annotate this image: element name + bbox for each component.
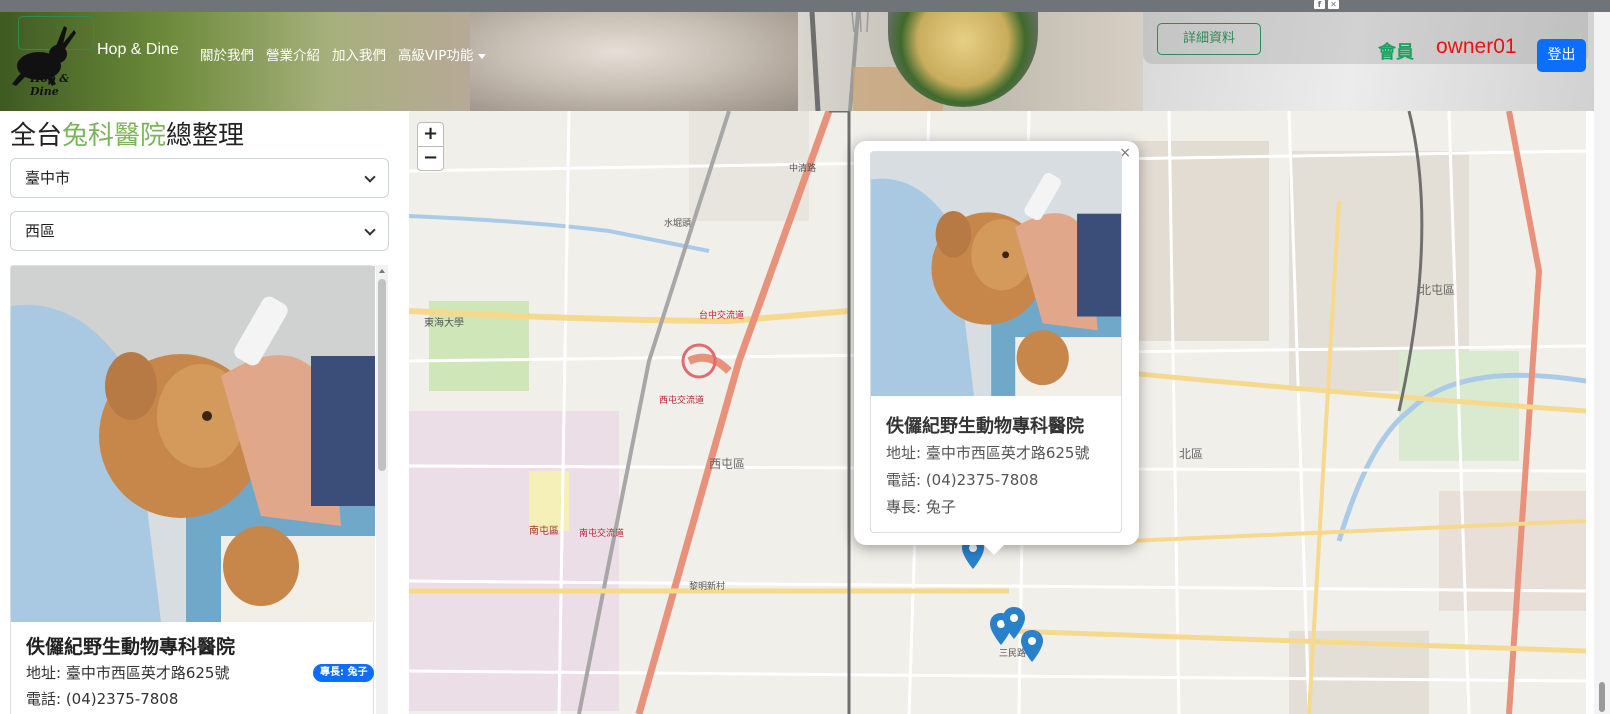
- map-label-liming: 黎明新村: [689, 580, 725, 592]
- popup-address: 地址: 臺中市西區英才路625號: [886, 444, 1090, 462]
- map-label-shuikutou: 水堀頭: [664, 217, 691, 229]
- caret-down-icon: [478, 53, 487, 59]
- close-icon[interactable]: ✕: [1328, 0, 1339, 9]
- zoom-out-button[interactable]: −: [417, 146, 444, 171]
- hospital-photo: [11, 266, 375, 622]
- popup-card: 佚儸紀野生動物專科醫院 地址: 臺中市西區英才路625號 電話: (04)237…: [870, 151, 1122, 533]
- facebook-icon[interactable]: f: [1314, 0, 1325, 9]
- logo[interactable]: Hop & Dine: [6, 22, 88, 98]
- map-label-tunghai: 東海大學: [424, 316, 464, 329]
- logo-text: Hop & Dine: [30, 72, 70, 98]
- nav-item-about[interactable]: 關於我們: [200, 44, 254, 64]
- brand-name[interactable]: Hop & Dine: [97, 41, 179, 59]
- popup-phone: 電話: (04)2375-7808: [886, 471, 1039, 489]
- city-select-value: 臺中市: [25, 169, 71, 187]
- hospital-address: 地址: 臺中市西區英才路625號: [26, 664, 230, 682]
- map-label-xitun: 西屯區: [709, 457, 745, 471]
- map-label-beitun: 北屯區: [1419, 283, 1455, 297]
- map-label-ic2: 西屯交流道: [659, 394, 704, 406]
- rabbit-photo: [470, 12, 798, 111]
- page-title: 全台兔科醫院總整理: [10, 115, 244, 152]
- hospital-name[interactable]: 佚儸紀野生動物專科醫院: [26, 632, 235, 659]
- map-marker-icon[interactable]: [1021, 630, 1043, 662]
- specialty-badge: 專長: 兔子: [313, 664, 375, 682]
- logout-button[interactable]: 登出: [1537, 39, 1586, 72]
- page-scrollbar[interactable]: [1594, 12, 1610, 714]
- top-strip: f ✕: [0, 0, 1610, 12]
- member-name: owner01: [1436, 35, 1517, 58]
- district-select-value: 西區: [25, 222, 56, 240]
- chevron-down-icon: [364, 171, 376, 183]
- hospital-phone: 電話: (04)2375-7808: [26, 690, 179, 708]
- main-nav: 關於我們 營業介紹 加入我們 高級VIP功能: [200, 44, 487, 64]
- page-scroll-thumb[interactable]: [1599, 682, 1605, 712]
- title-highlight: 兔科醫院: [62, 121, 167, 151]
- map-label-nantun: 南屯區: [529, 524, 559, 537]
- hospital-card[interactable]: 佚儸紀野生動物專科醫院 地址: 臺中市西區英才路625號 電話: (04)237…: [10, 265, 375, 714]
- site-header: Hop & Dine Hop & Dine 關於我們 營業介紹 加入我們 高級V…: [0, 12, 1610, 111]
- district-select[interactable]: 西區: [10, 211, 389, 251]
- nav-item-vip-label: 高級VIP功能: [398, 48, 474, 64]
- title-prefix: 全台: [10, 121, 63, 151]
- nav-item-business[interactable]: 營業介紹: [266, 44, 320, 64]
- title-suffix: 總整理: [166, 121, 245, 151]
- map-popup: × 佚儸紀野生動物專科醫院 地址: 臺中市西區英才路625號 電話: (04)2…: [854, 141, 1139, 555]
- popup-hospital-photo: [871, 152, 1121, 396]
- nav-item-vip[interactable]: 高級VIP功能: [398, 44, 487, 64]
- hospital-list[interactable]: 佚儸紀野生動物專科醫院 地址: 臺中市西區英才路625號 電話: (04)237…: [10, 265, 388, 714]
- detail-button[interactable]: 詳細資料: [1157, 23, 1261, 55]
- zoom-in-button[interactable]: +: [417, 122, 444, 147]
- map-label-zhongqing: 中清路: [789, 162, 816, 174]
- scroll-up-icon[interactable]: [379, 269, 385, 273]
- map-label-ic3: 南屯交流道: [579, 527, 624, 539]
- sidebar: 全台兔科醫院總整理 臺中市 西區 佚儸紀野生動物專科醫院 地址: 臺中市西區英才…: [0, 111, 405, 714]
- popup-specialty: 專長: 兔子: [886, 498, 956, 516]
- map-label-ic1: 台中交流道: [699, 309, 744, 321]
- city-select[interactable]: 臺中市: [10, 158, 389, 198]
- list-scroll-thumb[interactable]: [378, 279, 386, 471]
- chevron-down-icon: [364, 224, 376, 236]
- popup-hospital-name: 佚儸紀野生動物專科醫院: [886, 416, 1084, 437]
- map[interactable]: 東海大學 水堀頭 西屯區 北屯區 北區 南屯區 台中交流道 西屯交流道 南屯交流…: [409, 111, 1586, 714]
- list-scrollbar[interactable]: [376, 265, 388, 714]
- nav-item-join[interactable]: 加入我們: [332, 44, 386, 64]
- popup-tip: [982, 543, 1006, 555]
- map-label-north: 北區: [1179, 447, 1203, 461]
- member-label: 會員: [1378, 42, 1414, 63]
